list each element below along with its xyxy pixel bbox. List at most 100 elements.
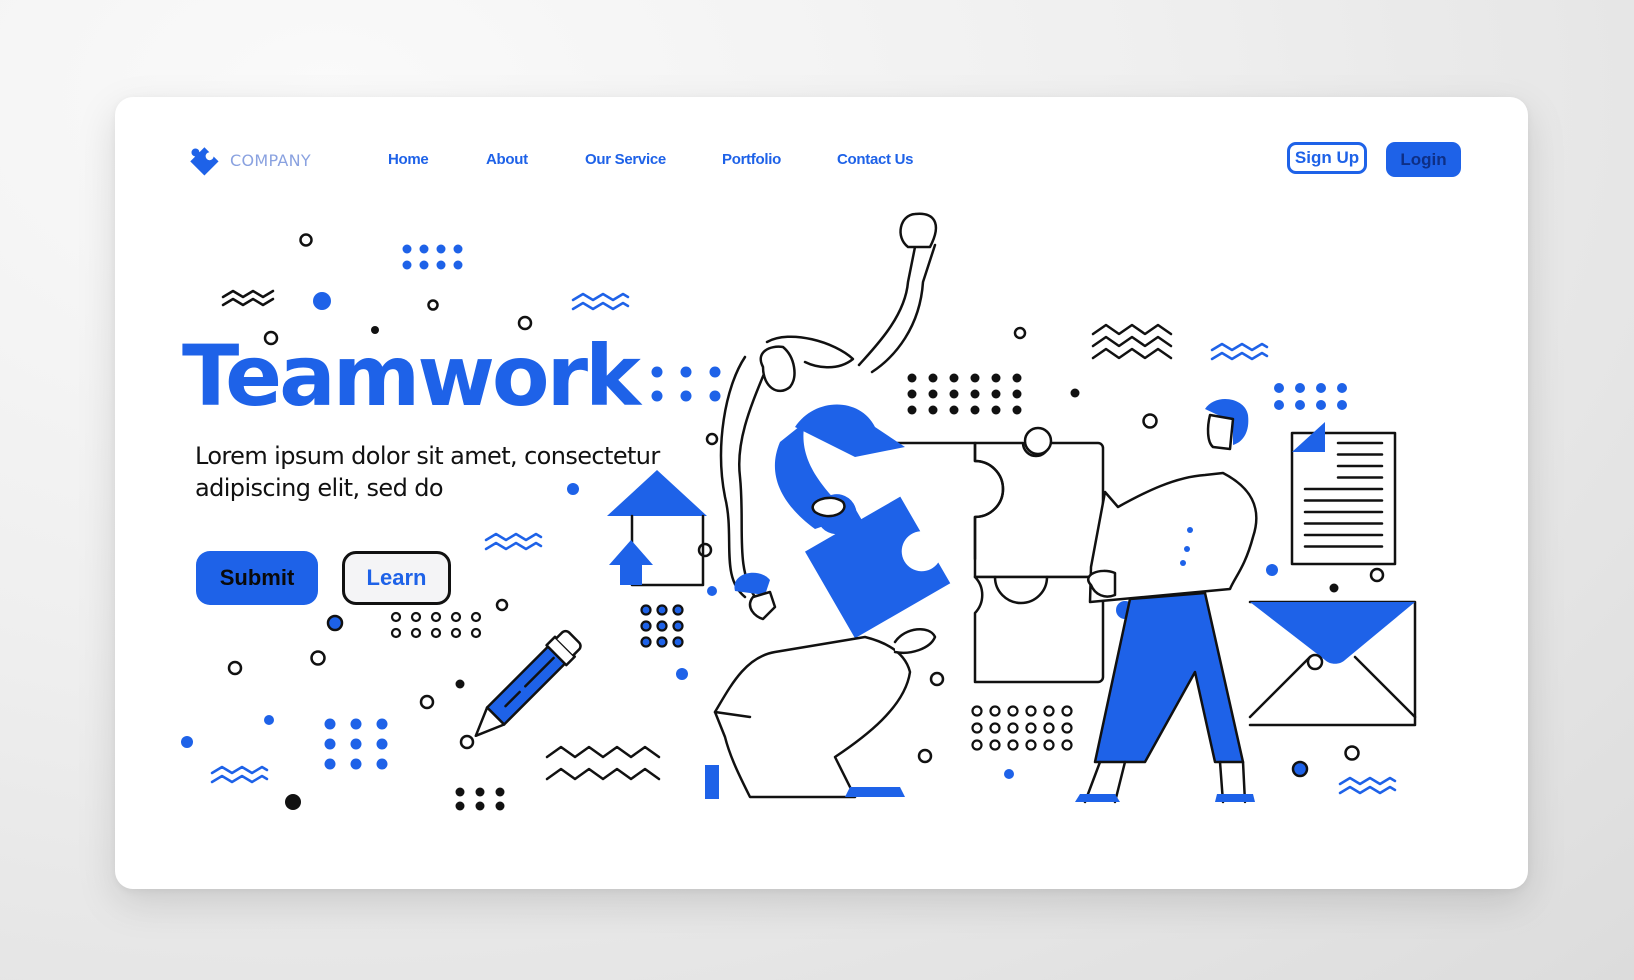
nav-link-home[interactable]: Home: [388, 151, 429, 168]
blue-puzzle-piece: [805, 494, 951, 639]
decor-dot: [1316, 383, 1326, 393]
decor-dot: [1007, 722, 1019, 734]
woman-figure: [719, 212, 937, 599]
decor-dot: [410, 627, 422, 639]
decor-dot: [1061, 739, 1073, 751]
decor-dot: [1291, 760, 1309, 778]
decor-dot: [1025, 739, 1037, 751]
decor-dot: [324, 738, 336, 750]
nav-link-portfolio[interactable]: Portfolio: [722, 151, 781, 168]
decor-dot: [672, 620, 684, 632]
nav-link-about[interactable]: About: [486, 151, 528, 168]
decor-dot: [453, 244, 463, 254]
decor-dot: [991, 405, 1001, 415]
decor-dot: [455, 787, 465, 797]
decor-ring: [697, 542, 713, 558]
decor-dot: [1043, 722, 1055, 734]
decor-dot: [1012, 373, 1022, 383]
decor-dot: [928, 405, 938, 415]
learn-button[interactable]: Learn: [342, 551, 451, 605]
decor-zigzag: [571, 292, 630, 311]
decor-ring: [427, 299, 439, 311]
decor-dot: [971, 705, 983, 717]
decor-dot: [495, 801, 505, 811]
decor-dot: [680, 366, 692, 378]
decor-ring: [299, 233, 313, 247]
decor-dot: [1025, 722, 1037, 734]
decor-dot: [1266, 564, 1278, 576]
decor-zigzag: [221, 289, 275, 307]
decor-dot: [402, 244, 412, 254]
decor-dot: [324, 758, 336, 770]
decor-dot: [949, 389, 959, 399]
kneeling-man-figure: [705, 572, 937, 799]
decor-dot: [989, 705, 1001, 717]
submit-button[interactable]: Submit: [196, 551, 318, 605]
decor-dot: [430, 627, 442, 639]
decor-dot: [989, 722, 1001, 734]
decor-dot: [475, 787, 485, 797]
decor-dot: [651, 390, 663, 402]
decor-dot: [450, 611, 462, 623]
decor-dot: [680, 390, 692, 402]
decor-dot: [1329, 583, 1339, 593]
decor-dot: [324, 718, 336, 730]
decor-dot: [181, 736, 193, 748]
decor-dot: [419, 244, 429, 254]
decor-dot: [1004, 769, 1014, 779]
decor-shapes: [221, 233, 1385, 781]
decor-dot: [907, 373, 917, 383]
nav-link-our-service[interactable]: Our Service: [585, 151, 666, 168]
decor-dot: [1043, 705, 1055, 717]
decor-ring: [1344, 745, 1360, 761]
decor-dot: [672, 636, 684, 648]
decor-dot: [453, 260, 463, 270]
decor-dot: [949, 405, 959, 415]
decor-dot: [991, 389, 1001, 399]
landing-page-card: COMPANY Home About Our Service Portfolio…: [115, 97, 1528, 889]
login-button[interactable]: Login: [1386, 142, 1461, 177]
decor-dot: [430, 611, 442, 623]
puzzle-piece-icon: [190, 147, 219, 176]
decor-dot: [1274, 383, 1284, 393]
decor-dot: [410, 611, 422, 623]
envelope-icon: [1248, 600, 1417, 727]
decor-dot: [1043, 739, 1055, 751]
decor-dot: [970, 389, 980, 399]
decor-dot: [907, 405, 917, 415]
nav-link-contact-us[interactable]: Contact Us: [837, 151, 913, 168]
puzzle-board: [846, 426, 1105, 684]
brand-logo[interactable]: COMPANY: [184, 142, 311, 178]
decor-dot: [707, 586, 717, 596]
hero-subtitle: Lorem ipsum dolor sit amet, consectetur …: [195, 442, 660, 502]
decor-ring: [917, 748, 933, 764]
decor-dot: [1337, 400, 1347, 410]
standing-man-figure: [1075, 398, 1258, 804]
decor-zigzag: [545, 745, 661, 781]
decor-dot: [313, 292, 331, 310]
decor-dot: [991, 373, 1001, 383]
decor-dot: [970, 373, 980, 383]
decor-zigzag: [484, 532, 543, 551]
decor-dot: [390, 627, 402, 639]
decor-dot: [436, 244, 446, 254]
decor-dot: [1012, 389, 1022, 399]
decor-dot: [285, 794, 301, 810]
decor-ring: [1369, 567, 1385, 583]
decor-dot: [989, 739, 1001, 751]
decor-dot: [1274, 400, 1284, 410]
decor-ring: [419, 694, 435, 710]
decor-dot: [1070, 388, 1080, 398]
decor-dot: [495, 787, 505, 797]
decor-dot: [1061, 722, 1073, 734]
decor-dot: [390, 611, 402, 623]
decor-dot: [1007, 705, 1019, 717]
decor-dot: [928, 373, 938, 383]
decor-dot: [376, 738, 388, 750]
decor-zigzag: [210, 765, 269, 784]
sign-up-button[interactable]: Sign Up: [1287, 142, 1367, 174]
decor-dot: [455, 801, 465, 811]
decor-dot: [1295, 383, 1305, 393]
decor-dot: [651, 366, 663, 378]
navbar: COMPANY Home About Our Service Portfolio…: [115, 97, 1528, 227]
